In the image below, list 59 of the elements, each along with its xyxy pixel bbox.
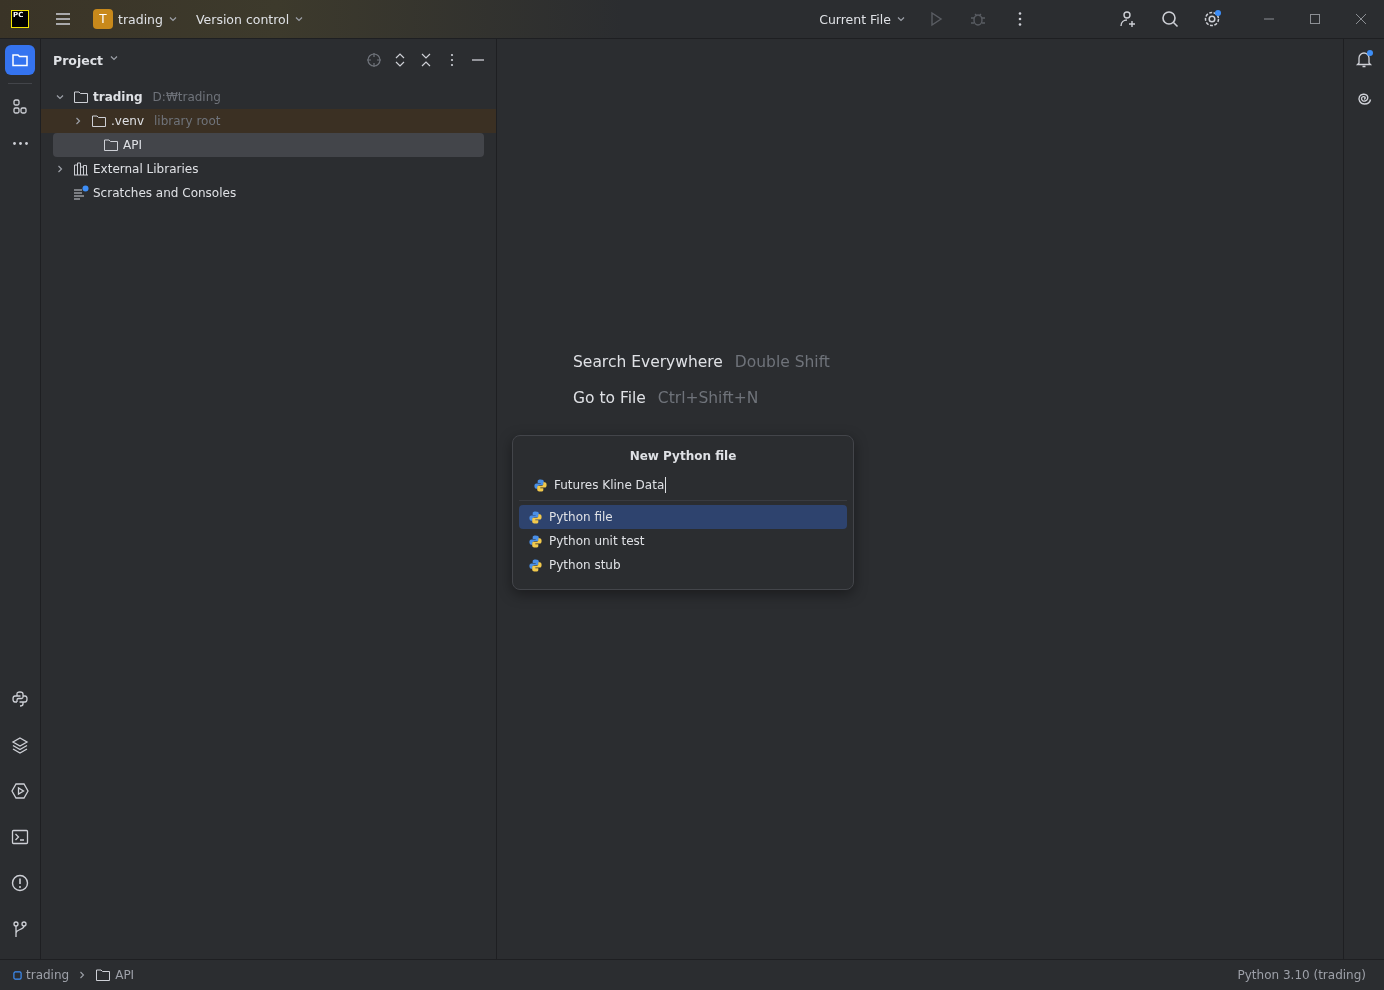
dialog-title: New Python file: [628, 448, 738, 465]
item-name: trading: [93, 90, 143, 104]
breadcrumb[interactable]: trading: [13, 968, 70, 982]
item-name: .venv: [111, 114, 144, 128]
folder-icon: [95, 967, 112, 983]
item-name: External Libraries: [93, 162, 199, 176]
python-icon: [528, 509, 543, 525]
folder-icon: [91, 113, 107, 129]
tree-item[interactable]: trading D:₩trading: [41, 85, 496, 109]
folder-icon: [73, 89, 89, 105]
interpreter-selector[interactable]: Python 3.10 (trading): [1237, 968, 1366, 982]
library-icon: [73, 161, 89, 177]
tree-item[interactable]: External Libraries: [41, 157, 496, 181]
notifications-icon[interactable]: [1354, 49, 1374, 69]
warning-circle-icon[interactable]: [10, 873, 30, 893]
chevron-down-icon: [167, 14, 178, 24]
tree-item[interactable]: API: [53, 133, 484, 157]
hint-shortcut: Ctrl+Shift+N: [657, 389, 759, 407]
hint-shortcut: Double Shift: [734, 353, 830, 371]
python-icon: [528, 557, 543, 573]
tree-item[interactable]: Scratches and Consoles: [41, 181, 496, 205]
python-icon: [533, 477, 548, 493]
more-icon: [12, 141, 28, 145]
chevron-right-icon[interactable]: [55, 164, 65, 174]
project-view-selector[interactable]: Project: [51, 50, 122, 70]
breadcrumb[interactable]: API: [95, 967, 135, 983]
locate-icon[interactable]: [366, 52, 382, 68]
project-tool-button[interactable]: [5, 45, 35, 75]
module-icon: [13, 970, 22, 980]
item-hint: D:₩trading: [152, 90, 221, 104]
item-hint: library root: [154, 114, 221, 128]
tree-item[interactable]: .venv library root: [41, 109, 496, 133]
structure-icon: [10, 97, 30, 117]
run-configuration[interactable]: Current File: [813, 7, 912, 31]
chevron-down-icon: [896, 14, 906, 24]
file-type-option[interactable]: Python unit test: [519, 529, 847, 553]
item-name: Scratches and Consoles: [93, 186, 237, 200]
settings-icon[interactable]: [1202, 9, 1222, 29]
file-name-field[interactable]: Futures Kline Data: [519, 470, 847, 501]
file-type-option[interactable]: Python file: [519, 505, 847, 529]
scratches-icon: [73, 185, 89, 201]
git-branch-icon[interactable]: [10, 919, 30, 939]
add-user-icon[interactable]: [1118, 9, 1138, 29]
version-control-menu[interactable]: Version control: [189, 7, 311, 31]
layers-icon[interactable]: [10, 735, 30, 755]
item-name: API: [123, 138, 142, 152]
chevron-down-icon[interactable]: [55, 92, 65, 102]
project-switcher-button[interactable]: T trading: [87, 5, 184, 33]
terminal-icon[interactable]: [10, 827, 30, 847]
search-icon[interactable]: [1160, 9, 1180, 29]
hint-action: Go to File: [573, 389, 646, 407]
file-type-option[interactable]: Python stub: [519, 553, 847, 577]
services-icon[interactable]: [10, 781, 30, 801]
chevron-down-icon: [294, 14, 305, 24]
python-console-icon[interactable]: [10, 689, 30, 709]
folder-icon: [103, 137, 119, 153]
python-icon: [528, 533, 543, 549]
hint-action: Search Everywhere: [573, 353, 723, 371]
chevron-right-icon[interactable]: [73, 116, 83, 126]
